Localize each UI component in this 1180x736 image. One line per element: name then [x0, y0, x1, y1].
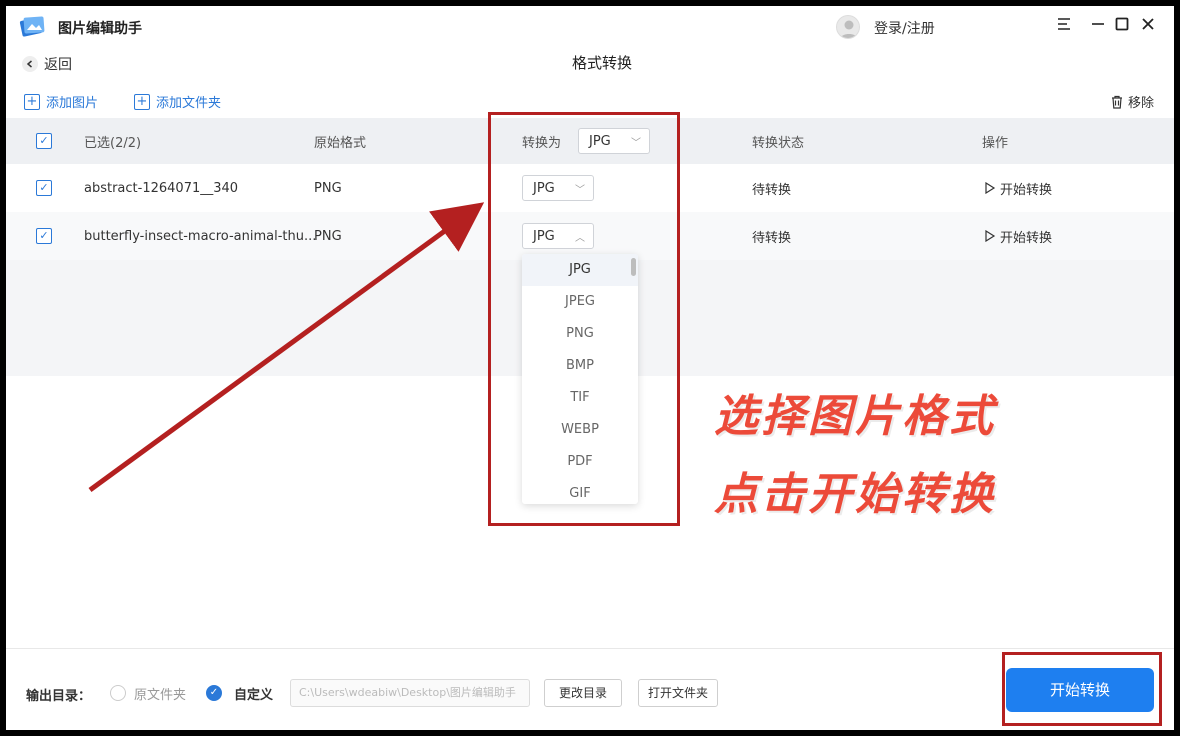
add-image-label: 添加图片 [46, 96, 99, 111]
output-path-field[interactable]: C:\Users\wdeabiw\Desktop\图片编辑助手 [290, 679, 530, 707]
add-image-button[interactable]: + 添加图片 [24, 92, 98, 111]
header-status: 转换状态 [752, 135, 805, 151]
maximize-icon[interactable] [1112, 16, 1132, 36]
page-title: 格式转换 [571, 54, 632, 72]
radio-custom[interactable]: ✓ [206, 685, 222, 701]
bottom-bar: 输出目录： 原文件夹 ✓ 自定义 C:\Users\wdeabiw\Deskto… [6, 648, 1174, 730]
status-text: 待转换 [752, 182, 792, 198]
row-checkbox[interactable]: ✓ [36, 228, 52, 244]
app-title: 图片编辑助手 [58, 21, 142, 37]
app-window: 图片编辑助手 登录/注册 返回 格式转换 + 添加图片 + 添加文件夹 移除 ✓… [6, 6, 1174, 730]
play-icon [985, 182, 996, 194]
annotation-text-select-format: 选择图片格式 [714, 391, 996, 442]
file-format: PNG [314, 180, 342, 196]
header-selected: 已选(2/2) [84, 135, 142, 151]
play-icon [985, 230, 996, 242]
file-format: PNG [314, 228, 342, 244]
header-original-format: 原始格式 [314, 135, 367, 151]
radio-original-folder[interactable] [110, 685, 126, 701]
start-convert-label: 开始转换 [1000, 182, 1053, 198]
highlight-box-format [488, 112, 680, 526]
radio-original-label: 原文件夹 [134, 688, 187, 703]
open-folder-button[interactable]: 打开文件夹 [638, 679, 718, 707]
remove-button[interactable]: 移除 [1110, 92, 1154, 111]
app-logo-icon [19, 16, 45, 37]
start-convert-row-button[interactable]: 开始转换 [984, 212, 1052, 260]
add-folder-button[interactable]: + 添加文件夹 [134, 92, 221, 111]
radio-custom-label: 自定义 [234, 688, 274, 703]
title-bar: 图片编辑助手 登录/注册 [6, 6, 1174, 46]
plus-icon: + [24, 93, 40, 110]
output-dir-label: 输出目录： [26, 689, 92, 704]
row-checkbox[interactable]: ✓ [36, 180, 52, 196]
login-register-link[interactable]: 登录/注册 [874, 18, 935, 38]
remove-label: 移除 [1127, 96, 1154, 111]
close-icon[interactable] [1138, 16, 1158, 36]
start-convert-label: 开始转换 [1000, 230, 1053, 246]
start-convert-row-button[interactable]: 开始转换 [984, 164, 1052, 212]
minimize-icon[interactable] [1088, 16, 1108, 36]
file-name: abstract-1264071__340 [84, 180, 239, 196]
trash-icon [1111, 95, 1122, 109]
plus-icon: + [134, 93, 150, 110]
highlight-box-start [1002, 652, 1162, 726]
annotation-text-click-start: 点击开始转换 [714, 469, 996, 520]
user-avatar-icon[interactable] [836, 15, 860, 39]
file-name: butterfly-insect-macro-animal-thu... [84, 228, 317, 244]
add-folder-label: 添加文件夹 [156, 96, 222, 111]
menu-icon[interactable] [1054, 16, 1074, 36]
header-action: 操作 [982, 135, 1009, 151]
select-all-checkbox[interactable]: ✓ [36, 133, 52, 149]
change-dir-button[interactable]: 更改目录 [544, 679, 622, 707]
status-text: 待转换 [752, 230, 792, 246]
